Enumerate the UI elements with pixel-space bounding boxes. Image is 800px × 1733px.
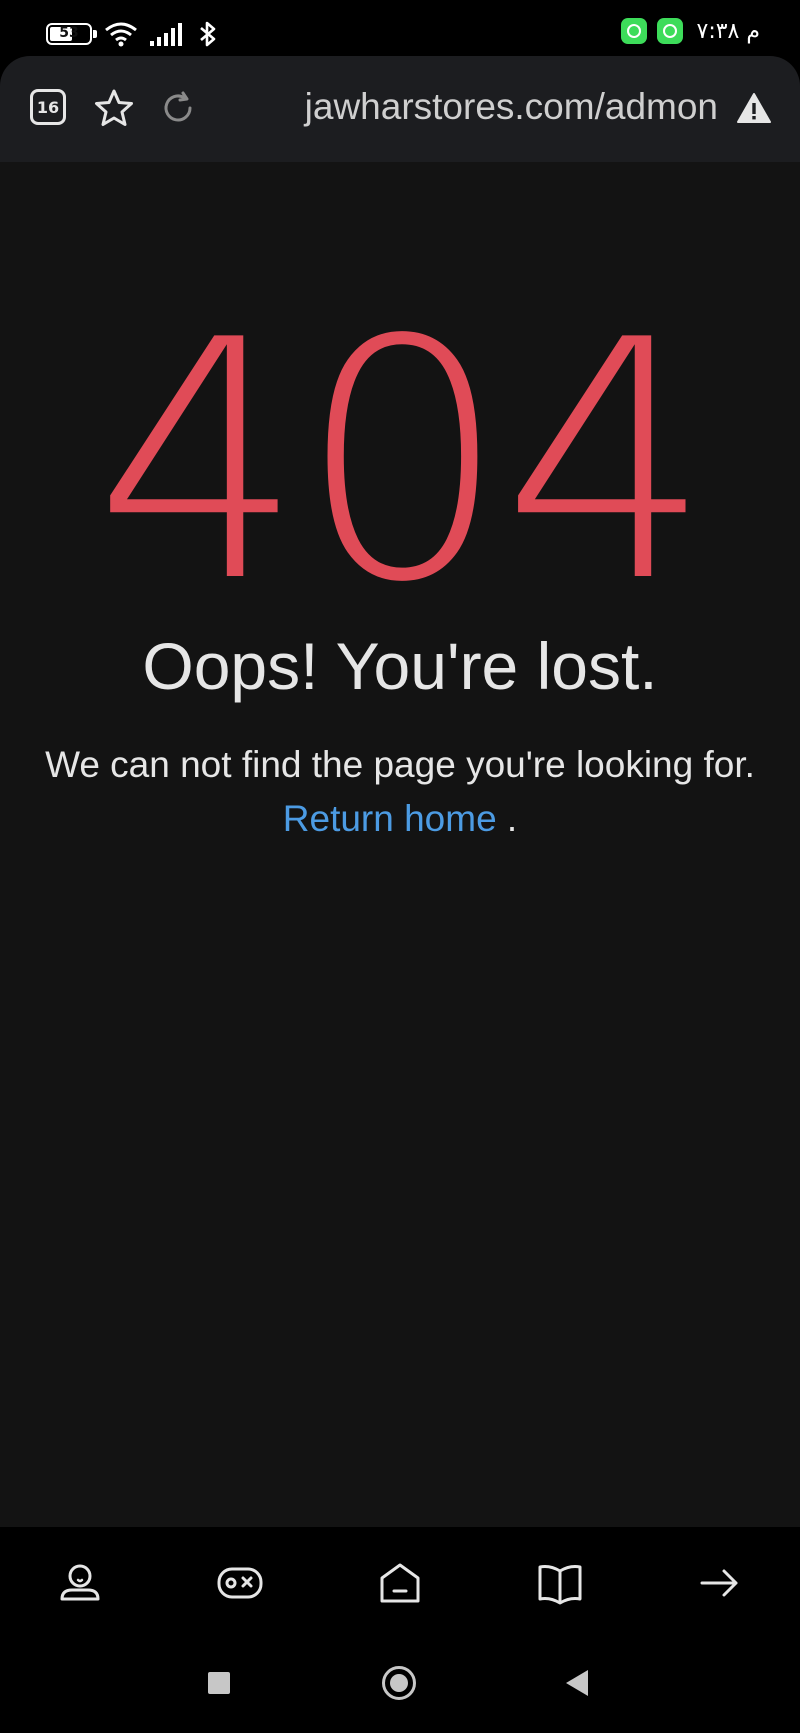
app-notification-icon	[620, 18, 647, 44]
forward-arrow-icon[interactable]	[696, 1559, 744, 1607]
book-icon[interactable]	[536, 1559, 584, 1607]
page-content: 404 Oops! You're lost. We can not find t…	[0, 162, 800, 1527]
status-bar: 53 م ٧:٣٨	[0, 0, 800, 56]
home-icon[interactable]	[376, 1559, 424, 1607]
status-right: م ٧:٣٨	[620, 18, 761, 44]
home-button[interactable]	[382, 1666, 416, 1700]
tabs-button[interactable]: 16	[30, 89, 66, 125]
back-button[interactable]	[566, 1670, 588, 1696]
profile-icon[interactable]	[56, 1559, 104, 1607]
error-message: We can not find the page you're looking …	[45, 744, 755, 785]
error-code: 404	[94, 270, 712, 654]
recents-button[interactable]	[208, 1672, 230, 1694]
return-home-link[interactable]: Return home	[283, 798, 497, 839]
bottom-nav	[0, 1527, 800, 1637]
signal-icon	[150, 23, 182, 46]
system-nav	[0, 1637, 800, 1733]
status-left: 53	[46, 20, 218, 48]
trailing-period: .	[496, 798, 518, 839]
warning-icon[interactable]	[736, 92, 772, 124]
wifi-icon	[105, 22, 137, 47]
battery-level: 53	[59, 25, 79, 41]
clock: م ٧:٣٨	[696, 18, 761, 44]
bluetooth-icon	[200, 21, 216, 47]
return-line: Return home .	[0, 798, 800, 840]
address-bar[interactable]: jawharstores.com/admon	[305, 86, 718, 128]
error-heading: Oops! You're lost.	[142, 629, 658, 703]
battery-icon: 53	[46, 23, 97, 45]
app-notification-icon	[656, 18, 683, 44]
browser-toolbar: 16 jawharstores.com/admon	[0, 56, 800, 163]
tab-count: 16	[36, 97, 60, 117]
games-icon[interactable]	[216, 1559, 264, 1607]
reload-icon[interactable]	[156, 86, 200, 130]
star-icon[interactable]	[92, 86, 136, 130]
